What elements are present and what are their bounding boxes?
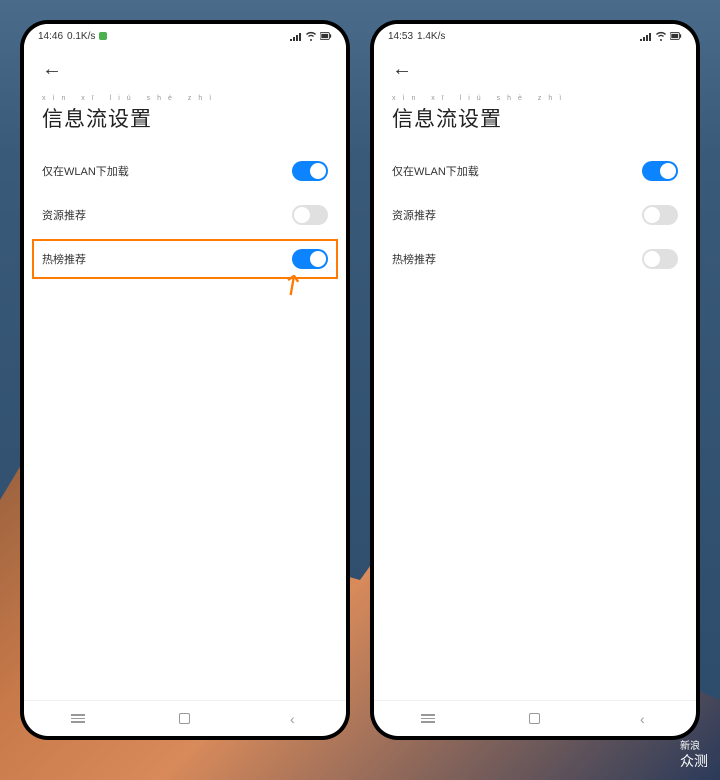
setting-label: 资源推荐 <box>42 207 86 223</box>
nav-home-button[interactable] <box>526 710 544 728</box>
title-pinyin: xìn xī liú shè zhì <box>392 95 678 102</box>
wifi-icon <box>305 31 317 41</box>
setting-wlan-only: 仅在WLAN下加载 <box>392 149 678 193</box>
setting-label: 仅在WLAN下加载 <box>392 163 479 179</box>
setting-label: 资源推荐 <box>392 207 436 223</box>
phone-right-screen: 14:53 1.4K/s ← xìn xī liú shè zhì 信息流设置 … <box>374 24 696 736</box>
page-title: 信息流设置 <box>42 103 328 133</box>
header: ← <box>374 48 696 87</box>
setting-resource-recommend: 资源推荐 <box>42 193 328 237</box>
nav-bar: ‹ <box>24 700 346 736</box>
wifi-icon <box>655 31 667 41</box>
nav-back-button[interactable]: ‹ <box>283 710 301 728</box>
nav-recent-button[interactable] <box>419 710 437 728</box>
status-speed: 0.1K/s <box>67 31 95 42</box>
status-speed: 1.4K/s <box>417 31 445 42</box>
phone-left-screen: 14:46 0.1K/s ← xìn xī liú shè zhì 信息流设置 <box>24 24 346 736</box>
toggle-resource-recommend[interactable] <box>292 205 328 225</box>
nav-home-button[interactable] <box>176 710 194 728</box>
nav-bar: ‹ <box>374 700 696 736</box>
toggle-wlan-only[interactable] <box>292 161 328 181</box>
title-section: xìn xī liú shè zhì 信息流设置 <box>374 87 696 149</box>
back-button[interactable]: ← <box>42 58 62 81</box>
status-bar: 14:53 1.4K/s <box>374 24 696 48</box>
back-button[interactable]: ← <box>392 58 412 81</box>
title-section: xìn xī liú shè zhì 信息流设置 <box>24 87 346 149</box>
status-time: 14:53 <box>388 31 413 42</box>
phone-right: 14:53 1.4K/s ← xìn xī liú shè zhì 信息流设置 … <box>370 20 700 740</box>
status-app-icon <box>99 32 107 40</box>
status-icons <box>290 31 332 41</box>
setting-label: 仅在WLAN下加载 <box>42 163 129 179</box>
nav-back-button[interactable]: ‹ <box>633 710 651 728</box>
setting-wlan-only: 仅在WLAN下加载 <box>42 149 328 193</box>
watermark-line2: 众测 <box>680 753 708 770</box>
status-time: 14:46 <box>38 31 63 42</box>
battery-icon <box>320 31 332 41</box>
status-icons <box>640 31 682 41</box>
setting-resource-recommend: 资源推荐 <box>392 193 678 237</box>
toggle-hot-recommend[interactable] <box>642 249 678 269</box>
battery-icon <box>670 31 682 41</box>
signal-icon <box>640 31 652 41</box>
setting-hot-recommend: 热榜推荐 <box>392 237 678 281</box>
phone-left: ↗ 14:46 0.1K/s ← xìn xī liú shè zhì <box>20 20 350 740</box>
settings-list: 仅在WLAN下加载 资源推荐 热榜推荐 <box>24 149 346 700</box>
signal-icon <box>290 31 302 41</box>
settings-list: 仅在WLAN下加载 资源推荐 热榜推荐 <box>374 149 696 700</box>
toggle-hot-recommend[interactable] <box>292 249 328 269</box>
title-pinyin: xìn xī liú shè zhì <box>42 95 328 102</box>
setting-label: 热榜推荐 <box>42 251 86 267</box>
toggle-resource-recommend[interactable] <box>642 205 678 225</box>
watermark-line1: 新浪 <box>680 741 708 753</box>
toggle-wlan-only[interactable] <box>642 161 678 181</box>
watermark: 新浪 众测 <box>680 741 708 770</box>
status-bar: 14:46 0.1K/s <box>24 24 346 48</box>
nav-recent-button[interactable] <box>69 710 87 728</box>
phones-container: ↗ 14:46 0.1K/s ← xìn xī liú shè zhì <box>0 0 720 760</box>
page-title: 信息流设置 <box>392 103 678 133</box>
setting-label: 热榜推荐 <box>392 251 436 267</box>
header: ← <box>24 48 346 87</box>
